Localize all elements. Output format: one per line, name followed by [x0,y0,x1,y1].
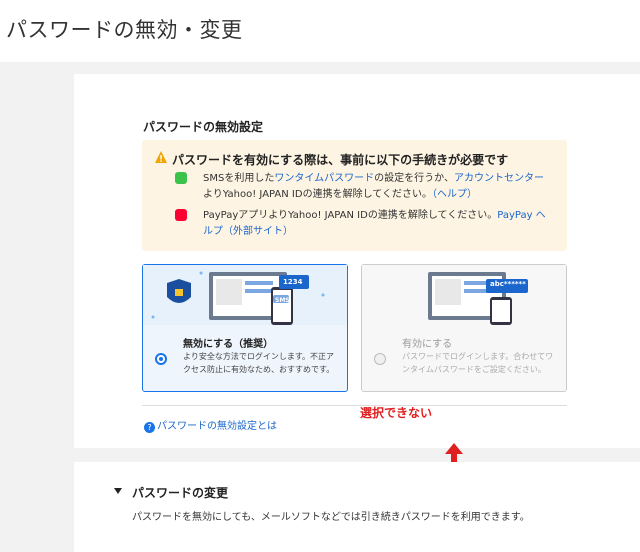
notice-title: パスワードを有効にする際は、事前に以下の手続きが必要です [172,153,509,167]
warning-icon [155,151,167,163]
change-section-title[interactable]: パスワードの変更 [114,484,228,501]
page-header: パスワードの無効・変更 [0,0,640,62]
option-disable-desc: より安全な方法でログインします。不正アクセス防止に有効なため、おすすめです。 [183,352,335,374]
otp-badge-text: 1234 [283,278,303,286]
annotation-text: 選択できない [360,406,433,420]
change-section-title-label: パスワードの変更 [132,486,229,500]
password-login-illustration [362,265,566,325]
paypay-icon [175,209,187,221]
notice-text: SMSを利用した [203,173,275,184]
option-disable[interactable]: 1234 SMS 無効にする（推奨） より安全な方法でログインします。不正アクセ… [142,264,348,392]
disable-settings-card: パスワードの無効設定 パスワードを有効にする際は、事前に以下の手続きが必要です … [74,74,640,469]
line-app-icon [175,172,187,184]
option-enable: abc****** 有効にする パスワードでログインします。合わせてワンタイムパ… [361,264,567,392]
account-center-link[interactable]: アカウントセンター [454,173,544,184]
change-password-card: パスワードの変更 パスワードを無効にしても、メールソフトなどでは引き続きパスワー… [74,462,640,552]
section-heading: パスワードの無効設定 [143,120,264,134]
notice-text: の設定を行うか、 [374,173,454,184]
disable-settings-help-link[interactable]: ? パスワードの無効設定とは [144,417,277,433]
secure-login-illustration [143,265,347,325]
notice-box: パスワードを有効にする際は、事前に以下の手続きが必要です SMSを利用したワンタ… [142,140,567,251]
notice-text: よりYahoo! JAPAN IDの連携を解除してください。 [203,189,432,200]
onetime-password-link[interactable]: ワンタイムパスワード [274,173,374,184]
help-link[interactable]: （ヘルプ） [432,189,477,200]
radio-enable [374,353,386,365]
notice-row-paypay-text: PayPayアプリよりYahoo! JAPAN IDの連携を解除してください。P… [203,208,553,240]
option-disable-title: 無効にする（推奨） [183,339,274,350]
change-section-desc: パスワードを無効にしても、メールソフトなどでは引き続きパスワードを利用できます。 [132,512,530,523]
question-icon: ? [144,422,155,433]
option-enable-desc: パスワードでログインします。合わせてワンタイムパスワードをご設定ください。 [402,352,554,374]
page-title: パスワードの無効・変更 [6,18,243,42]
password-badge-text: abc****** [490,280,526,288]
notice-text: PayPayアプリよりYahoo! JAPAN IDの連携を解除してください。 [203,210,498,221]
radio-disable[interactable] [155,353,167,365]
option-enable-title: 有効にする [402,339,453,350]
divider [142,405,567,406]
sms-badge-text: SMS [275,297,290,304]
help-link-label: パスワードの無効設定とは [157,421,277,432]
notice-row-sms-text: SMSを利用したワンタイムパスワードの設定を行うか、アカウントセンターよりYah… [203,171,553,203]
